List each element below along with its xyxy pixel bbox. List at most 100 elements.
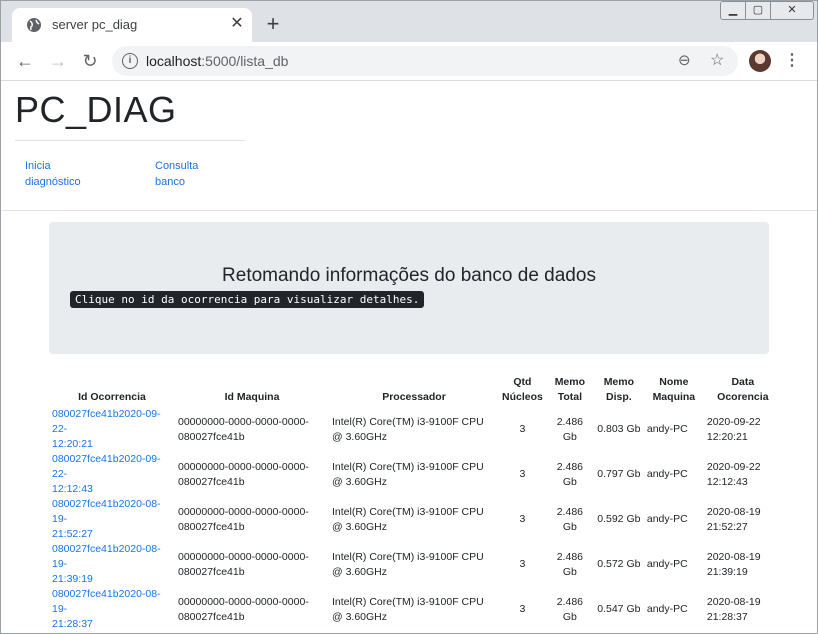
column-header-label: Id Ocorrencia [78,391,146,403]
minimize-button[interactable]: ▁ [720,1,746,20]
cell-data: 2020-08-19 21:39:19 [704,542,782,587]
link-text: 080027fce41b2020-09-22- [52,453,161,480]
column-header-label: Total [557,391,583,403]
link-text: 21:28:37 [52,618,93,630]
cell-text: @ 3.60GHz [332,610,388,623]
url-path: :5000/lista_db [201,53,289,69]
browser-toolbar: ← → ↻ i localhost:5000/lista_db ⊖ ☆ ⋮ [0,42,818,81]
cell-text: Intel(R) Core(TM) i3-9100F CPU [332,460,484,473]
table-row: 080027fce41b2020-09-22- 12:20:21 00000000… [49,407,782,452]
cell-text: 080027fce41b [178,520,245,533]
cell-text: 080027fce41b [178,610,245,623]
minimize-icon: ▁ [728,4,738,16]
cell-text: 21:39:19 [706,565,748,578]
cell-data: 2020-09-22 12:12:43 [704,452,782,497]
jumbotron: Retomando informações do banco de dados … [49,222,769,354]
cell-text: 2020-09-22 [706,415,761,428]
table-row: 080027fce41b2020-08-19- 21:52:27 00000000… [49,497,782,542]
page-content: PC_DIAG Inicia diagnóstico Consulta banc… [0,81,818,634]
cell-text: Intel(R) Core(TM) i3-9100F CPU [332,595,484,608]
cell-processador: Intel(R) Core(TM) i3-9100F CPU @ 3.60GHz [329,497,499,542]
cell-id-maquina: 00000000-0000-0000-0000- 080027fce41b [175,542,329,587]
cell-id-ocorrencia: 080027fce41b2020-08-19- 21:52:27 [49,497,175,542]
cell-text: 2020-09-22 [706,460,761,473]
cell-text: 00000000-0000-0000-0000- [178,595,309,608]
table-row: 080027fce41b2020-08-19- 21:28:37 00000000… [49,587,782,632]
cell-cores: 3 [519,558,526,570]
cell-text: @ 3.60GHz [332,565,388,578]
cell-text: Intel(R) Core(TM) i3-9100F CPU [332,415,484,428]
column-header: Qtd Núcleos [499,373,546,407]
cell-nome: andy-PC [646,603,688,615]
cell-text: @ 3.60GHz [332,520,388,533]
jumbotron-hint: Clique no id da ocorrencia para visualiz… [70,291,425,308]
ocorrencia-link[interactable]: 080027fce41b2020-08-19- 21:28:37 [52,588,161,630]
reload-icon[interactable]: ↻ [79,50,101,72]
browser-titlebar: server pc_diag ✕ + ▁ ▢ ✕ [0,0,818,42]
cell-text: 2020-08-19 [706,505,761,518]
new-tab-button[interactable]: + [262,13,284,36]
ocorrencia-link[interactable]: 080027fce41b2020-09-22- 12:12:43 [52,453,161,495]
cell-text: 080027fce41b [178,565,245,578]
cell-id-ocorrencia: 080027fce41b2020-08-19- 21:39:19 [49,542,175,587]
link-text: 21:39:19 [52,573,93,585]
url-host: localhost [146,53,202,69]
menu-dots-icon[interactable]: ⋮ [784,50,800,72]
tab-title: server pc_diag [52,17,138,32]
cell-mem-total: 2.486 Gb [556,550,583,578]
divider [0,210,818,211]
forward-arrow-icon[interactable]: → [47,50,69,72]
ocorrencia-link[interactable]: 080027fce41b2020-08-19- 21:39:19 [52,543,161,585]
cell-text: Intel(R) Core(TM) i3-9100F CPU [332,550,484,563]
cell-processador: Intel(R) Core(TM) i3-9100F CPU @ 3.60GHz [329,587,499,632]
cell-mem-disp: 0.592 Gb [597,513,641,525]
nav-link-label: banco [155,176,185,188]
column-header-label: Data [731,376,755,388]
table-header-row: Id Ocorrencia Id Maquina Processador Qtd… [49,373,782,407]
cell-mem-total: 2.486 Gb [556,415,583,443]
cell-text: 00000000-0000-0000-0000- [178,415,309,428]
address-bar[interactable]: i localhost:5000/lista_db ⊖ ☆ [112,46,738,76]
column-header: Id Ocorrencia [49,373,175,407]
cell-text: 00000000-0000-0000-0000- [178,505,309,518]
cell-nome: andy-PC [646,423,688,435]
column-header: Memo Total [546,373,594,407]
column-header-label: Memo [603,376,635,388]
cell-processador: Intel(R) Core(TM) i3-9100F CPU @ 3.60GHz [329,452,499,497]
nav-link-consulta-banco[interactable]: Consulta banco [155,158,245,190]
cell-cores: 3 [519,468,526,480]
nav-link-label: diagnóstico [25,176,81,188]
column-header: Memo Disp. [594,373,644,407]
cell-mem-disp: 0.547 Gb [597,603,641,615]
column-header-label: Id Maquina [224,391,280,403]
back-arrow-icon[interactable]: ← [14,50,36,72]
cell-cores: 3 [519,603,526,615]
zoom-icon[interactable]: ⊖ [678,51,691,69]
cell-processador: Intel(R) Core(TM) i3-9100F CPU @ 3.60GHz [329,542,499,587]
ocorrencia-link[interactable]: 080027fce41b2020-08-19- 21:52:27 [52,498,161,540]
ocorrencia-link[interactable]: 080027fce41b2020-09-22- 12:20:21 [52,408,161,450]
cell-id-ocorrencia: 080027fce41b2020-09-22- 12:20:21 [49,407,175,452]
cell-id-maquina: 00000000-0000-0000-0000- 080027fce41b [175,452,329,497]
link-text: 080027fce41b2020-08-19- [52,498,161,525]
cell-nome: andy-PC [646,558,688,570]
bookmark-star-icon[interactable]: ☆ [710,50,724,70]
close-icon[interactable]: ✕ [228,15,246,33]
maximize-button[interactable]: ▢ [745,1,771,20]
table-row: 080027fce41b2020-08-19- 21:39:19 00000000… [49,542,782,587]
brand-title: PC_DIAG [15,89,177,130]
browser-tab[interactable]: server pc_diag ✕ [12,8,252,42]
cell-text: 12:20:21 [706,430,748,443]
link-text: 12:12:43 [52,483,93,495]
info-icon[interactable]: i [122,53,138,69]
window-close-button[interactable]: ✕ [770,1,814,20]
column-header-label: Ocorencia [717,391,769,403]
nav-link-inicia-diagnostico[interactable]: Inicia diagnóstico [25,158,115,190]
cell-text: 080027fce41b [178,430,245,443]
cell-mem-disp: 0.797 Gb [597,468,641,480]
cell-text: 21:28:37 [706,610,748,623]
profile-avatar[interactable] [749,50,771,72]
url-text[interactable]: localhost:5000/lista_db [146,53,288,69]
cell-text: 21:52:27 [706,520,748,533]
jumbotron-title: Retomando informações do banco de dados [222,265,596,286]
